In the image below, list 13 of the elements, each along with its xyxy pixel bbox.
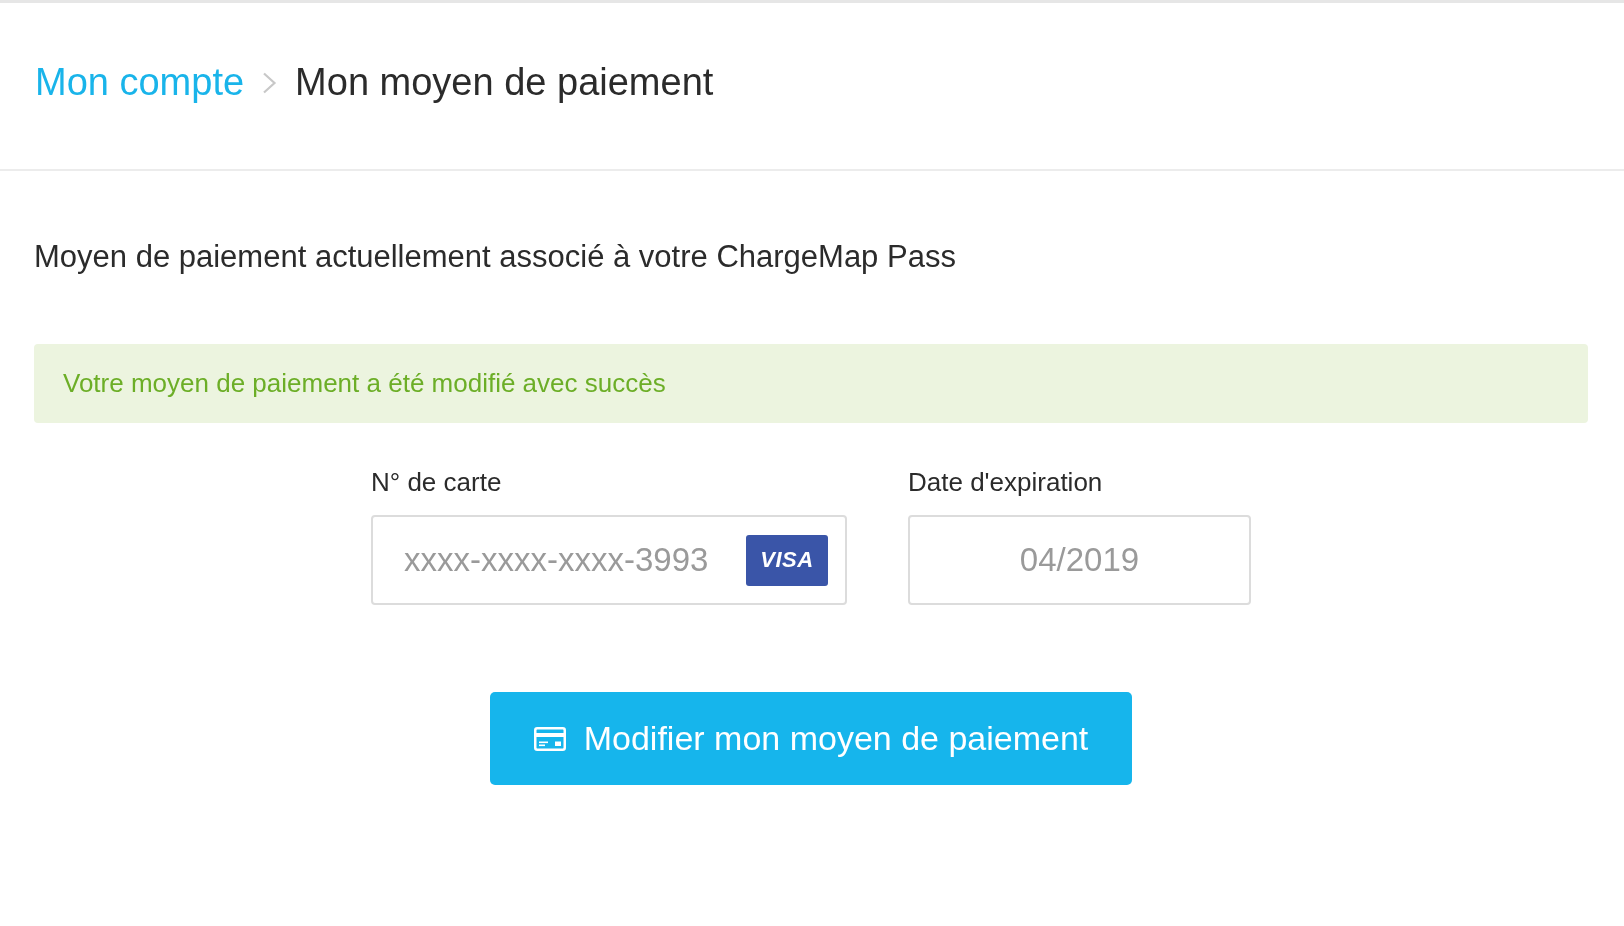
page-title: Mon moyen de paiement	[295, 60, 714, 106]
breadcrumb-link[interactable]: Mon compte	[35, 60, 245, 106]
chevron-right-icon	[262, 72, 278, 94]
expiry-date-field[interactable]: 04/2019	[908, 515, 1251, 605]
modify-payment-button[interactable]: Modifier mon moyen de paiement	[490, 692, 1132, 785]
card-brand-logo: VISA	[746, 534, 828, 586]
section-heading: Moyen de paiement actuellement associé à votre ChargeMap Pass	[34, 238, 957, 275]
card-number-field[interactable]: xxxx-xxxx-xxxx-3993 VISA	[371, 515, 847, 605]
credit-card-icon	[533, 726, 566, 751]
card-number-value: xxxx-xxxx-xxxx-3993	[404, 541, 709, 579]
field-label: Date d'expiration	[908, 467, 1104, 498]
alert-message: Votre moyen de paiement a été modifié avec succès	[63, 368, 666, 398]
field-label: N° de carte	[371, 467, 503, 498]
